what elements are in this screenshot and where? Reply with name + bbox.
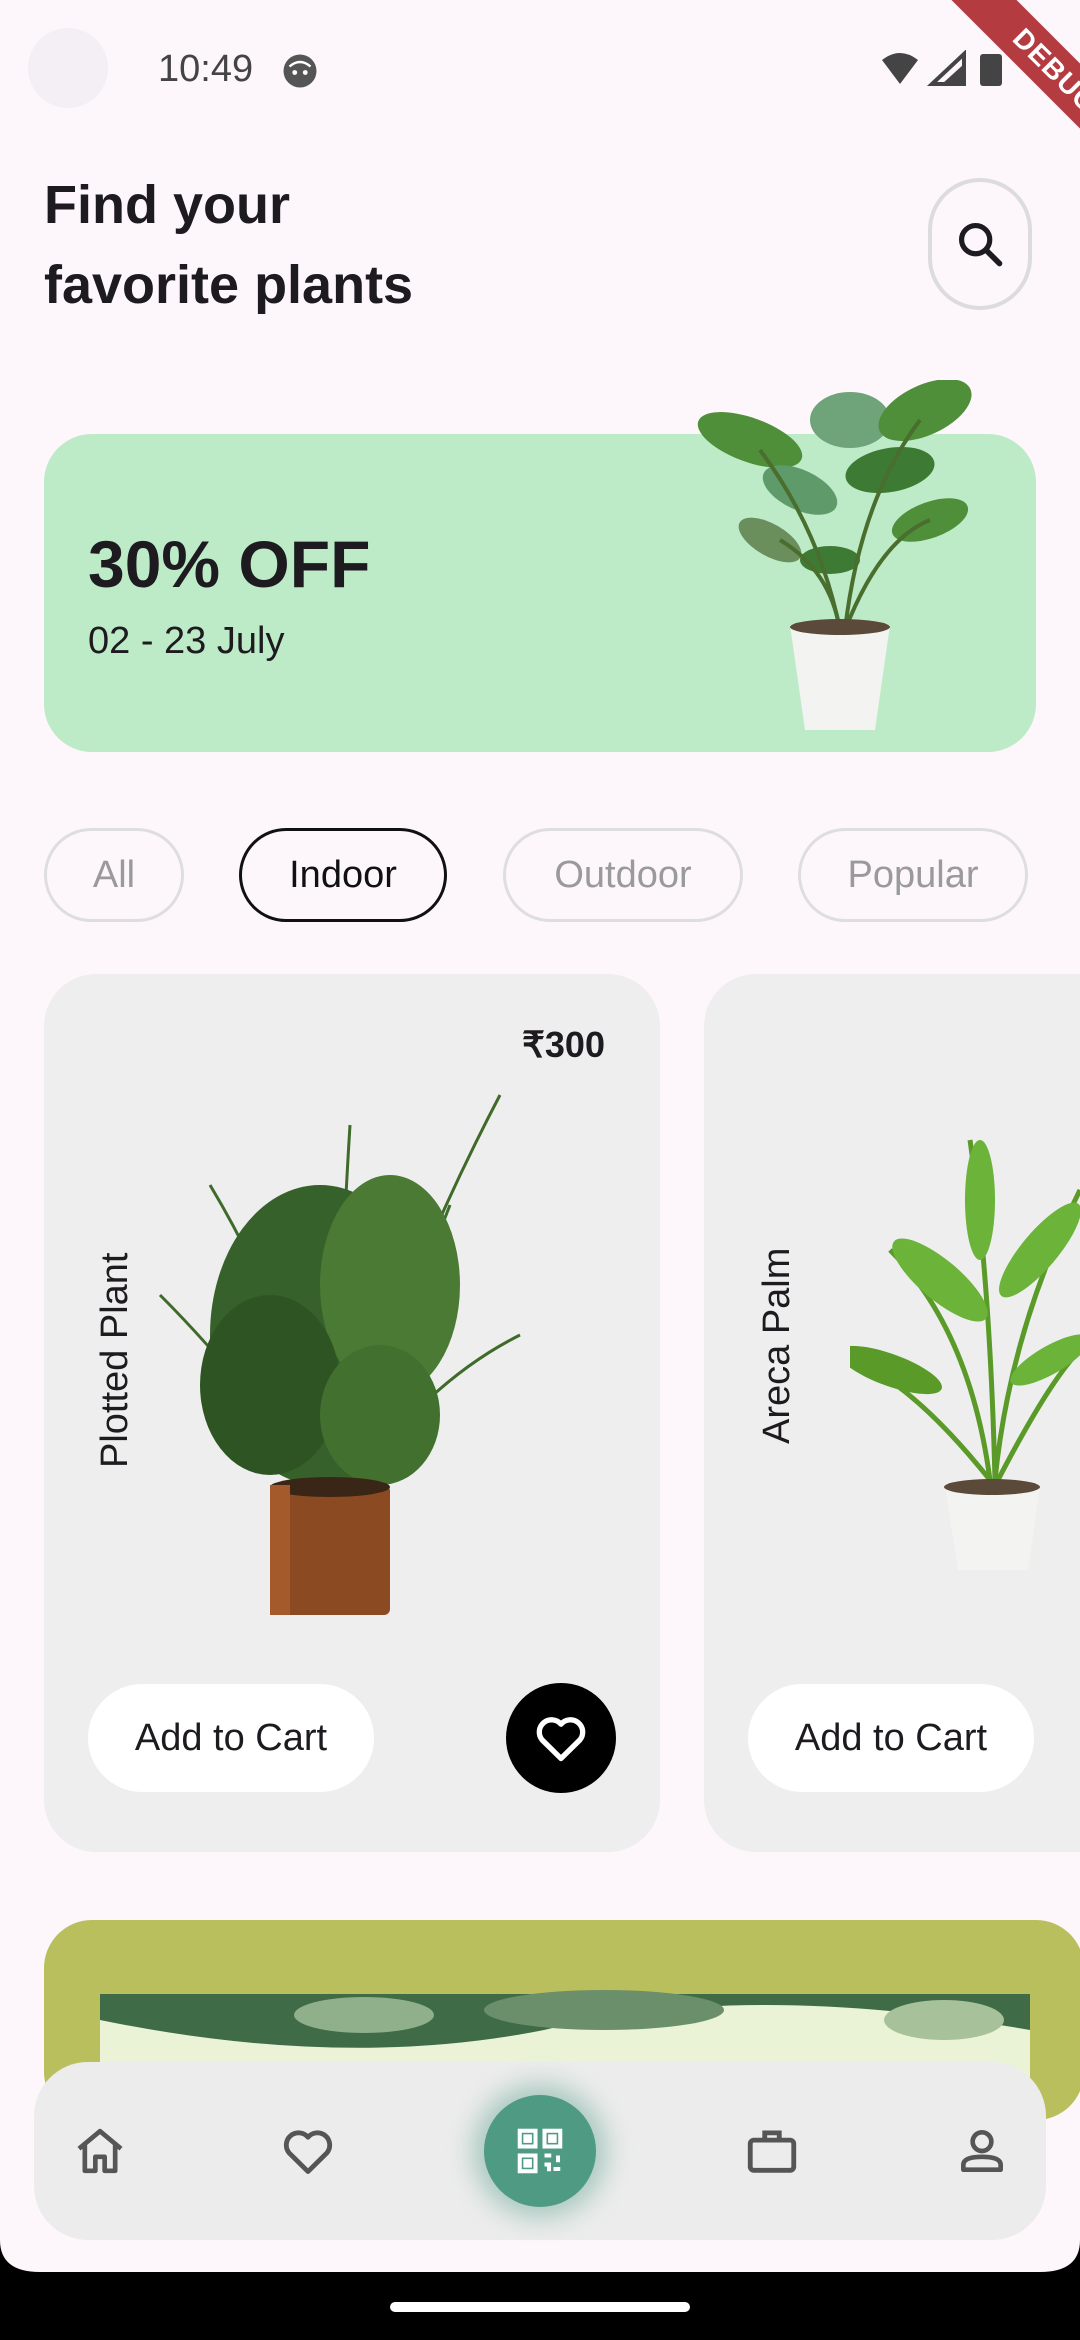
system-status-icons: [882, 50, 1002, 86]
heart-outline-icon: [283, 2130, 333, 2174]
status-time: 10:49: [158, 48, 254, 90]
product-price: ₹300: [522, 1024, 605, 1065]
profile-icon: [961, 2130, 1003, 2172]
heart-icon: [536, 1717, 586, 1762]
title-line-2: favorite plants: [44, 255, 414, 315]
chip-popular[interactable]: Popular: [798, 828, 1028, 922]
nav-bag[interactable]: [740, 2119, 804, 2183]
page-title: Find your favorite plants: [44, 165, 644, 325]
chip-all[interactable]: All: [44, 828, 184, 922]
nav-scan-button[interactable]: [484, 2095, 596, 2207]
product-name: Areca Palm: [756, 1247, 798, 1444]
favorite-button[interactable]: [506, 1683, 616, 1793]
qr-scan-icon: [517, 2128, 563, 2174]
nav-home[interactable]: [68, 2119, 132, 2183]
nav-profile[interactable]: [950, 2119, 1014, 2183]
home-icon: [77, 2128, 123, 2174]
wifi-icon: [882, 53, 918, 84]
add-to-cart-button[interactable]: Add to Cart: [748, 1684, 1034, 1792]
chip-outdoor[interactable]: Outdoor: [503, 828, 743, 922]
camera-cutout: [28, 28, 108, 108]
home-gesture-handle[interactable]: [390, 2302, 690, 2312]
product-name: Plotted Plant: [94, 1252, 136, 1468]
promo-dates: 02 - 23 July: [88, 620, 285, 662]
add-to-cart-button[interactable]: Add to Cart: [88, 1684, 374, 1792]
briefcase-icon: [747, 2130, 797, 2173]
notification-face-icon: [283, 54, 317, 88]
title-line-1: Find your: [44, 175, 290, 235]
nav-favorites[interactable]: [276, 2119, 340, 2183]
search-button[interactable]: [928, 178, 1032, 310]
promo-discount: 30% OFF: [88, 527, 371, 601]
areca-palm-image: [850, 1139, 1080, 1570]
chip-indoor[interactable]: Indoor: [239, 828, 447, 922]
plotted-plant-image: [158, 1094, 521, 1615]
battery-icon: [980, 54, 1002, 86]
search-icon: [958, 222, 1003, 267]
monstera-plant-image: [697, 380, 972, 730]
status-bar: 10:49: [0, 0, 1080, 140]
